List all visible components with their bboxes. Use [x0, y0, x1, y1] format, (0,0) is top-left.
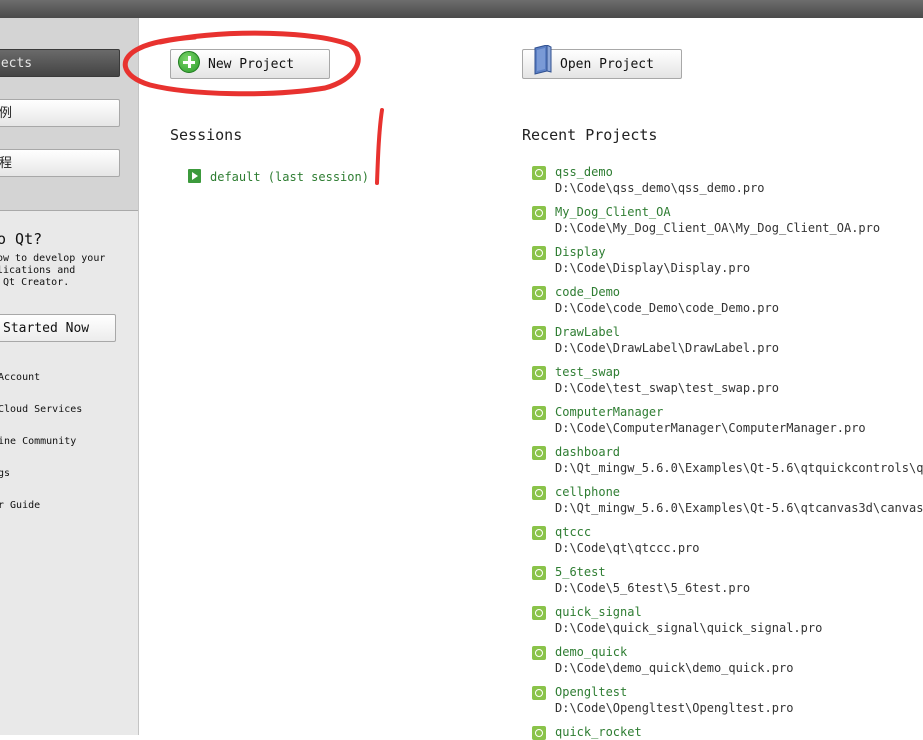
recent-projects-title: Recent Projects	[522, 126, 658, 144]
project-path: D:\Code\test_swap\test_swap.pro	[555, 381, 779, 395]
project-name[interactable]: Display	[555, 245, 606, 259]
qt-project-icon	[532, 446, 546, 460]
project-path: D:\Code\qt\qtccc.pro	[555, 541, 700, 555]
session-item-default[interactable]: default (last session)	[210, 170, 369, 184]
recent-project-item[interactable]: test_swap D:\Code\test_swap\test_swap.pro	[530, 365, 923, 405]
project-path: D:\Code\demo_quick\demo_quick.pro	[555, 661, 794, 675]
welcome-title: o Qt?	[0, 230, 43, 248]
recent-project-item[interactable]: quick_signal D:\Code\quick_signal\quick_s…	[530, 605, 923, 645]
link-online-community[interactable]: ine Community	[0, 436, 76, 447]
qt-project-icon	[532, 206, 546, 220]
folder-icon	[534, 45, 552, 75]
play-session-icon	[188, 169, 201, 183]
project-name[interactable]: dashboard	[555, 445, 620, 459]
sidebar-projects-button[interactable]: jects	[0, 49, 120, 77]
qt-project-icon	[532, 606, 546, 620]
project-name[interactable]: code_Demo	[555, 285, 620, 299]
recent-project-item[interactable]: demo_quick D:\Code\demo_quick\demo_quick.…	[530, 645, 923, 685]
plus-circle-icon	[178, 51, 200, 73]
new-project-label: New Project	[208, 57, 295, 72]
qt-project-icon	[532, 686, 546, 700]
welcome-description: ow to develop your lications and Qt Crea…	[0, 253, 106, 288]
project-name[interactable]: 5_6test	[555, 565, 606, 579]
window-title-bar	[0, 0, 923, 18]
recent-project-item[interactable]: quick_rocket	[530, 725, 923, 740]
recent-project-item[interactable]: Display D:\Code\Display\Display.pro	[530, 245, 923, 285]
sessions-title: Sessions	[170, 126, 243, 144]
qt-project-icon	[532, 326, 546, 340]
project-name[interactable]: demo_quick	[555, 645, 627, 659]
qt-project-icon	[532, 566, 546, 580]
sidebar: jects 例 程 o Qt? ow to develop your licat…	[0, 18, 139, 735]
qt-project-icon	[532, 646, 546, 660]
project-name[interactable]: My_Dog_Client_OA	[555, 205, 671, 219]
link-user-guide[interactable]: r Guide	[0, 500, 40, 511]
recent-project-item[interactable]: dashboard D:\Qt_mingw_5.6.0\Examples\Qt-5…	[530, 445, 923, 485]
qt-project-icon	[532, 166, 546, 180]
sidebar-mode-panel: jects 例 程	[0, 18, 138, 211]
get-started-button[interactable]: Started Now	[0, 314, 116, 342]
red-stroke-annotation	[375, 108, 384, 185]
recent-project-item[interactable]: My_Dog_Client_OA D:\Code\My_Dog_Client_OA…	[530, 205, 923, 245]
project-name[interactable]: test_swap	[555, 365, 620, 379]
recent-project-item[interactable]: qtccc D:\Code\qt\qtccc.pro	[530, 525, 923, 565]
project-name[interactable]: ComputerManager	[555, 405, 663, 419]
recent-project-item[interactable]: DrawLabel D:\Code\DrawLabel\DrawLabel.pro	[530, 325, 923, 365]
qt-project-icon	[532, 726, 546, 740]
new-project-button[interactable]: New Project	[170, 49, 330, 79]
qt-project-icon	[532, 526, 546, 540]
project-name[interactable]: cellphone	[555, 485, 620, 499]
open-project-button[interactable]: Open Project	[522, 45, 682, 79]
project-path: D:\Code\Opengltest\Opengltest.pro	[555, 701, 794, 715]
recent-project-item[interactable]: qss_demo D:\Code\qss_demo\qss_demo.pro	[530, 165, 923, 205]
project-path: D:\Code\DrawLabel\DrawLabel.pro	[555, 341, 779, 355]
project-path: D:\Code\Display\Display.pro	[555, 261, 751, 275]
recent-project-item[interactable]: 5_6test D:\Code\5_6test\5_6test.pro	[530, 565, 923, 605]
recent-project-item[interactable]: ComputerManager D:\Code\ComputerManager\C…	[530, 405, 923, 445]
qt-project-icon	[532, 406, 546, 420]
project-name[interactable]: quick_rocket	[555, 725, 642, 739]
sidebar-tutorials-button[interactable]: 程	[0, 149, 120, 177]
link-blogs[interactable]: gs	[0, 468, 10, 479]
project-path: D:\Code\My_Dog_Client_OA\My_Dog_Client_O…	[555, 221, 881, 235]
qt-project-icon	[532, 246, 546, 260]
qt-project-icon	[532, 366, 546, 380]
recent-project-item[interactable]: code_Demo D:\Code\code_Demo\code_Demo.pro	[530, 285, 923, 325]
link-qt-account[interactable]: Account	[0, 372, 40, 383]
recent-project-item[interactable]: cellphone D:\Qt_mingw_5.6.0\Examples\Qt-5…	[530, 485, 923, 525]
project-name[interactable]: quick_signal	[555, 605, 642, 619]
project-name[interactable]: DrawLabel	[555, 325, 620, 339]
open-project-label: Open Project	[560, 57, 654, 72]
link-cloud-services[interactable]: Cloud Services	[0, 404, 82, 415]
project-name[interactable]: qtccc	[555, 525, 591, 539]
project-path: D:\Code\qss_demo\qss_demo.pro	[555, 181, 765, 195]
project-path: D:\Code\5_6test\5_6test.pro	[555, 581, 751, 595]
sidebar-examples-button[interactable]: 例	[0, 99, 120, 127]
qt-project-icon	[532, 286, 546, 300]
project-name[interactable]: qss_demo	[555, 165, 613, 179]
qt-project-icon	[532, 486, 546, 500]
project-path: D:\Code\quick_signal\quick_signal.pro	[555, 621, 823, 635]
project-name[interactable]: Opengltest	[555, 685, 627, 699]
project-path: D:\Qt_mingw_5.6.0\Examples\Qt-5.6\qtquic…	[555, 461, 923, 475]
recent-projects-list: qss_demo D:\Code\qss_demo\qss_demo.pro My…	[530, 165, 923, 740]
recent-project-item[interactable]: Opengltest D:\Code\Opengltest\Opengltest.…	[530, 685, 923, 725]
project-path: D:\Code\ComputerManager\ComputerManager.…	[555, 421, 866, 435]
project-path: D:\Qt_mingw_5.6.0\Examples\Qt-5.6\qtcanv…	[555, 501, 923, 515]
project-path: D:\Code\code_Demo\code_Demo.pro	[555, 301, 779, 315]
